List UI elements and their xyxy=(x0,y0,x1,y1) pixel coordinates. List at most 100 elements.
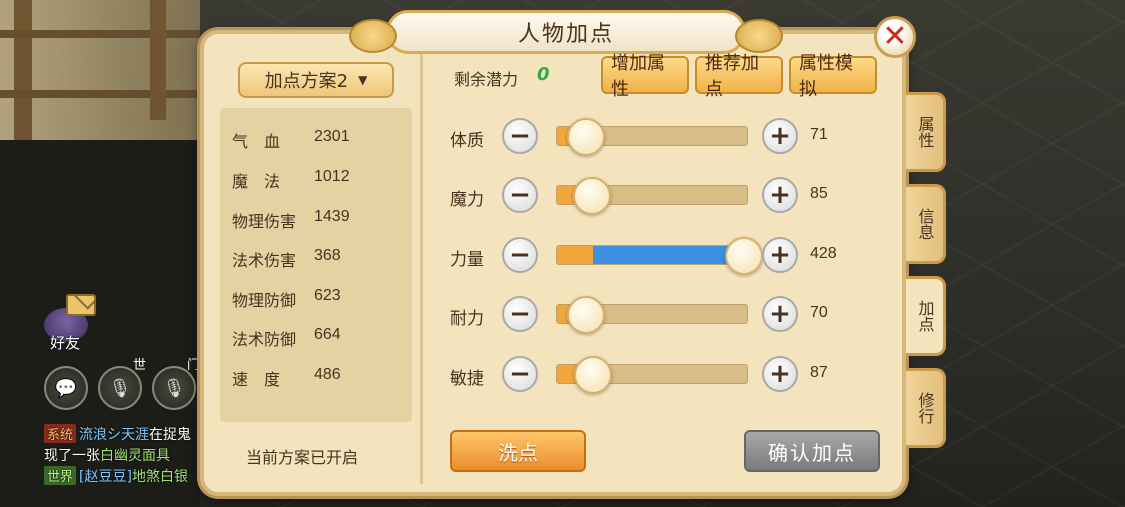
chat-line: 现了一张白幽灵面具 xyxy=(44,445,170,465)
sect-channel-label: 门 xyxy=(186,358,200,373)
increase-button[interactable]: + xyxy=(762,237,798,273)
slider-knob[interactable] xyxy=(574,356,612,394)
chat-text: 在捉鬼 xyxy=(149,427,192,443)
attribute-slider[interactable] xyxy=(556,296,748,334)
stat-value: 1012 xyxy=(314,168,350,185)
slider-knob[interactable] xyxy=(567,296,605,334)
attribute-slider[interactable] xyxy=(556,237,763,275)
decrease-button[interactable]: − xyxy=(502,296,538,332)
attribute-row-constitution: 体质 − + 71 xyxy=(450,116,850,156)
tab-add-points[interactable]: 加点 xyxy=(906,276,946,356)
decrease-button[interactable]: − xyxy=(502,356,538,392)
stat-row: 魔 法 1012 xyxy=(232,168,350,192)
world-voice-button[interactable]: 🎙 世 xyxy=(98,358,146,410)
stat-value: 368 xyxy=(314,247,341,264)
attribute-row-agility: 敏捷 − + 87 xyxy=(450,354,850,394)
world-tag: 世界 xyxy=(44,466,77,485)
slider-knob[interactable] xyxy=(567,118,605,156)
wooden-railing xyxy=(0,0,200,140)
chat-item-name[interactable]: 白幽灵面具 xyxy=(100,448,170,464)
title-bar: 人物加点 xyxy=(349,10,783,54)
attribute-row-endurance: 耐力 − + 70 xyxy=(450,294,850,334)
chevron-down-icon: ▼ xyxy=(358,73,368,87)
increase-button[interactable]: + xyxy=(762,296,798,332)
stat-label: 物理伤害 xyxy=(232,212,297,231)
stat-row: 气 血 2301 xyxy=(232,128,350,152)
slider-fill xyxy=(557,246,593,264)
chat-player-name[interactable]: [赵豆豆] xyxy=(79,469,132,485)
divider xyxy=(420,54,423,484)
microphone-icon: 🎙 xyxy=(162,377,186,399)
attribute-panel: 人物加点 ✕ 加点方案2 ▼ 气 血 2301 魔 法 1012 物理伤害 1439 … xyxy=(200,10,916,496)
minus-icon: − xyxy=(509,299,531,329)
reset-points-button[interactable]: 洗点 xyxy=(450,430,586,472)
attribute-slider[interactable] xyxy=(556,118,748,156)
simulate-button[interactable]: 属性模拟 xyxy=(789,53,877,100)
chat-button[interactable]: 💬 xyxy=(44,366,88,410)
slider-knob[interactable] xyxy=(725,237,763,275)
potential-value: 0 xyxy=(537,64,550,85)
plus-icon: + xyxy=(769,299,791,329)
plan-status: 当前方案已开启 xyxy=(246,448,359,467)
attribute-value: 85 xyxy=(810,185,828,202)
stat-row: 物理防御 623 xyxy=(232,287,341,311)
minus-icon: − xyxy=(509,180,531,210)
decrease-button[interactable]: − xyxy=(502,118,538,154)
decrease-button[interactable]: − xyxy=(502,177,538,213)
stat-row: 法术防御 664 xyxy=(232,326,341,350)
attribute-slider[interactable] xyxy=(556,177,748,215)
mail-icon[interactable] xyxy=(66,294,96,316)
attribute-label: 魔力 xyxy=(450,190,484,210)
slider-knob[interactable] xyxy=(573,177,611,215)
sect-voice-button[interactable]: 🎙 门 xyxy=(152,358,200,410)
chat-line: 世界 [赵豆豆]地煞白银 xyxy=(44,466,188,486)
confirm-points-button[interactable]: 确认加点 xyxy=(744,430,880,472)
chat-bubble-icon: 💬 xyxy=(54,377,78,399)
stat-value: 664 xyxy=(314,326,341,343)
stat-label: 法术防御 xyxy=(232,330,297,349)
plus-icon: + xyxy=(769,180,791,210)
plus-icon: + xyxy=(769,359,791,389)
attribute-slider[interactable] xyxy=(556,356,748,394)
stat-label: 物理防御 xyxy=(232,291,297,310)
rail-bar xyxy=(0,90,200,98)
increase-button[interactable]: + xyxy=(762,118,798,154)
minus-icon: − xyxy=(509,359,531,389)
stat-value: 486 xyxy=(314,366,341,383)
chat-line: 系统 流浪シ天涯在捉鬼 xyxy=(44,424,191,444)
tab-cultivation[interactable]: 修行 xyxy=(906,368,946,448)
decrease-button[interactable]: − xyxy=(502,237,538,273)
tab-info[interactable]: 信息 xyxy=(906,184,946,264)
minus-icon: − xyxy=(509,121,531,151)
stat-value: 623 xyxy=(314,287,341,304)
attribute-label: 耐力 xyxy=(450,309,484,329)
slider-fill-added xyxy=(593,246,743,264)
stat-value: 1439 xyxy=(314,208,350,225)
chat-text: 地煞白银 xyxy=(131,469,188,485)
plus-icon: + xyxy=(769,240,791,270)
add-attribute-button[interactable]: 增加属性 xyxy=(601,53,689,100)
close-button[interactable]: ✕ xyxy=(874,16,916,58)
increase-button[interactable]: + xyxy=(762,356,798,392)
stat-label: 魔 法 xyxy=(232,172,281,191)
friend-label[interactable]: 好友 xyxy=(50,332,80,353)
system-tag: 系统 xyxy=(44,424,77,443)
panel-title: 人物加点 xyxy=(517,22,614,47)
tab-attributes[interactable]: 属性 xyxy=(906,92,946,172)
potential-label: 剩余潜力 xyxy=(454,70,519,89)
increase-button[interactable]: + xyxy=(762,177,798,213)
chat-player-name[interactable]: 流浪シ天涯 xyxy=(79,427,149,443)
chat-text: 现了一张 xyxy=(44,448,100,464)
attribute-label: 力量 xyxy=(450,250,484,270)
left-hud: 好友 💬 🎙 世 🎙 门 系统 流浪シ天涯在捉鬼 现了一张白幽灵面具 世界 [赵豆豆]地… xyxy=(0,290,200,507)
stat-label: 速 度 xyxy=(232,370,281,389)
rail-bar xyxy=(0,30,200,38)
stat-row: 速 度 486 xyxy=(232,366,341,390)
recommend-button[interactable]: 推荐加点 xyxy=(695,53,783,100)
plan-dropdown[interactable]: 加点方案2 ▼ xyxy=(238,62,394,98)
plan-column: 加点方案2 ▼ 气 血 2301 魔 法 1012 物理伤害 1439 法术伤害 368… xyxy=(214,52,414,482)
attribute-value: 87 xyxy=(810,364,828,381)
microphone-icon: 🎙 xyxy=(108,377,132,399)
plus-icon: + xyxy=(769,121,791,151)
stat-row: 物理伤害 1439 xyxy=(232,208,350,232)
